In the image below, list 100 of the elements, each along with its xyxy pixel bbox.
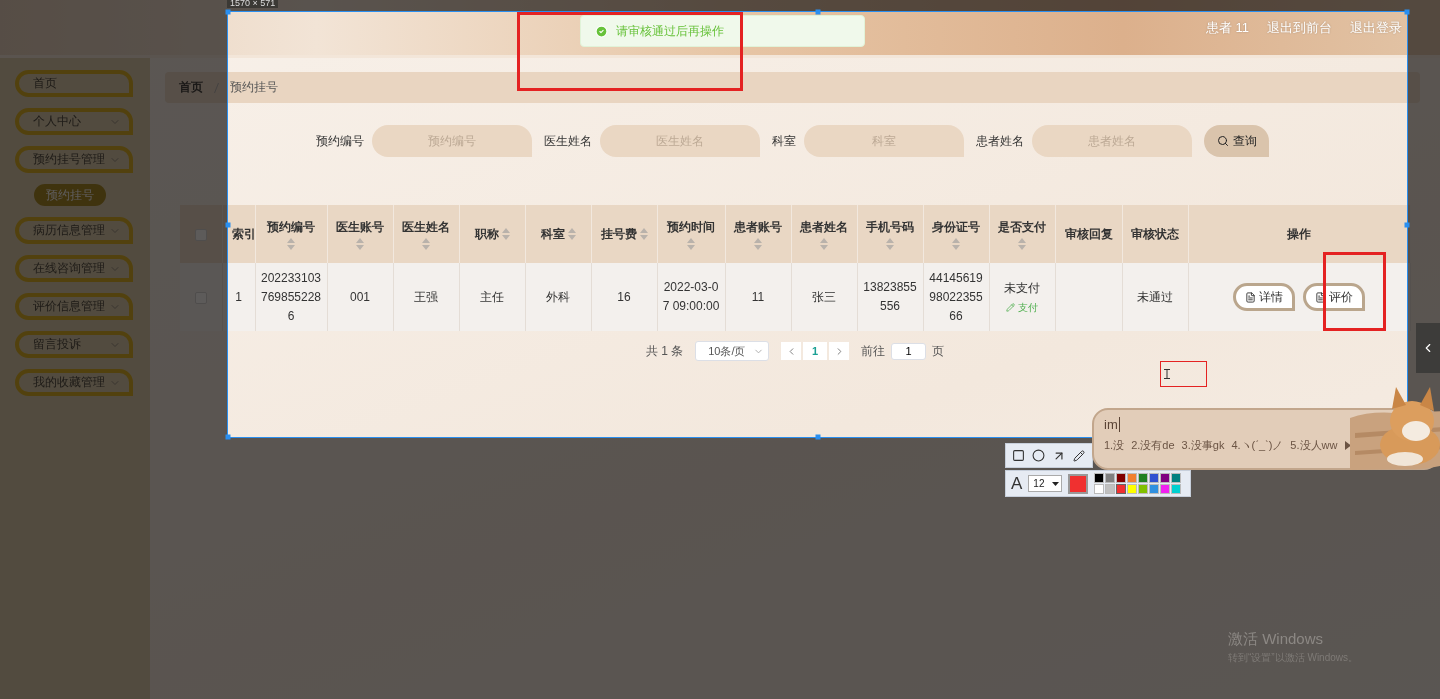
sort-icon[interactable] (886, 237, 894, 250)
column-header: 科室 (540, 225, 565, 243)
previous-page-button[interactable] (781, 342, 802, 360)
color-swatch[interactable] (1171, 473, 1182, 483)
field-label: 科室 (772, 132, 796, 150)
header-link[interactable]: 退出登录 (1350, 18, 1402, 37)
sort-icon[interactable] (567, 228, 576, 240)
ime-candidate[interactable]: 3.没事gk (1181, 438, 1225, 453)
table-cell: 外科 (525, 263, 591, 331)
color-swatch[interactable] (1116, 484, 1127, 494)
user-name: 患者 11 (1205, 18, 1249, 37)
header-link[interactable]: 退出到前台 (1267, 18, 1332, 37)
sort-icon[interactable] (356, 237, 364, 250)
color-swatch[interactable] (1171, 484, 1182, 494)
annotation-text-box[interactable] (1160, 361, 1207, 387)
breadcrumb-item[interactable]: 预约挂号 (230, 79, 278, 96)
color-swatch[interactable] (1149, 484, 1160, 494)
color-swatch[interactable] (1116, 473, 1127, 483)
action-button[interactable]: 评价 (1303, 283, 1365, 311)
page-size-select[interactable]: 10条/页 (695, 341, 770, 361)
side-panel-toggle[interactable] (1416, 323, 1440, 373)
ime-candidate[interactable]: 4.ヽ(ˊ_ˋ)ノ (1231, 438, 1284, 453)
ime-candidate[interactable]: 5.没人ww (1290, 438, 1338, 453)
text-tool[interactable]: A (1011, 473, 1023, 494)
color-swatch[interactable] (1138, 473, 1149, 483)
sort-icon[interactable] (1018, 237, 1026, 250)
color-swatch[interactable] (1127, 473, 1138, 483)
table-cell: 441456199802235566 (923, 263, 989, 331)
resize-handle[interactable] (1404, 9, 1410, 15)
table-cell: 王强 (393, 263, 459, 331)
sort-icon[interactable] (422, 237, 430, 250)
rectangle-tool-icon[interactable] (1012, 449, 1025, 462)
column-header: 预约编号 (267, 218, 315, 236)
resize-handle[interactable] (225, 9, 231, 15)
sort-icon[interactable] (287, 237, 295, 250)
resize-handle[interactable] (225, 434, 231, 440)
document-icon (1245, 291, 1256, 303)
ime-candidate[interactable]: 2.没有de (1131, 438, 1175, 453)
color-swatch[interactable] (1105, 484, 1116, 494)
sort-icon[interactable] (952, 237, 960, 250)
column-header: 身份证号 (932, 218, 980, 236)
check-icon (595, 24, 608, 38)
table-cell: 13823855556 (857, 263, 923, 331)
page-input[interactable]: 1 (891, 342, 927, 360)
column-header: 职称 (474, 225, 499, 243)
table-cell: 11 (725, 263, 791, 331)
column-header: 审核状态 (1131, 225, 1179, 243)
column-header: 审核回复 (1064, 225, 1113, 243)
table-cell: 001 (327, 263, 393, 331)
resize-handle[interactable] (225, 222, 231, 227)
color-swatch[interactable] (1160, 484, 1171, 494)
size-label: 1570 × 571 (227, 0, 279, 8)
page-number[interactable]: 1 (803, 342, 828, 360)
column-header: 是否支付 (998, 218, 1046, 236)
table-cell: 2022331037698552286 (255, 263, 327, 331)
next-page-button[interactable] (829, 342, 850, 360)
column-header: 手机号码 (866, 218, 914, 236)
sort-icon[interactable] (687, 237, 695, 250)
sort-icon[interactable] (754, 237, 762, 250)
color-swatch[interactable] (1149, 473, 1160, 483)
sort-icon[interactable] (820, 237, 828, 250)
total-count: 共 1 条 (645, 342, 684, 360)
column-header: 医生账号 (336, 218, 384, 236)
current-color-swatch[interactable] (1068, 473, 1089, 494)
color-swatch[interactable] (1138, 484, 1149, 494)
breadcrumb-item[interactable]: 首页 (179, 79, 203, 96)
table-cell: 2022-03-07 09:00:00 (657, 263, 725, 331)
search-icon (1216, 135, 1229, 147)
font-size-select[interactable]: 12 (1028, 475, 1063, 492)
field-label: 医生姓名 (544, 132, 592, 150)
ime-candidate[interactable]: 1.没 (1104, 438, 1125, 453)
column-header: 索引 (231, 225, 256, 243)
search-button[interactable]: 查询 (1204, 125, 1269, 157)
table-cell: 16 (591, 263, 657, 331)
action-button[interactable]: 详情 (1233, 283, 1295, 311)
resize-handle[interactable] (1404, 222, 1410, 227)
toast-message: 请审核通过后再操作 (616, 22, 724, 40)
next-page-icon[interactable] (1344, 441, 1353, 450)
sort-icon[interactable] (501, 228, 510, 240)
ellipse-tool-icon[interactable] (1032, 449, 1045, 462)
column-header: 患者账号 (734, 218, 782, 236)
document-icon (1315, 291, 1326, 303)
table-cell: 张三 (791, 263, 857, 331)
edit-icon (1006, 303, 1015, 312)
pencil-tool-icon[interactable] (1073, 449, 1085, 462)
color-swatch[interactable] (1160, 473, 1171, 483)
table-cell: 主任 (459, 263, 525, 331)
resize-handle[interactable] (815, 9, 820, 15)
color-swatch[interactable] (1094, 473, 1105, 483)
payment-status: 未支付 (1004, 279, 1040, 297)
column-header: 患者姓名 (800, 218, 848, 236)
color-swatch[interactable] (1105, 473, 1116, 483)
text-cursor-icon (1164, 369, 1170, 379)
color-swatch[interactable] (1094, 484, 1105, 494)
column-header: 操作 (1287, 225, 1311, 243)
column-header: 挂号费 (600, 225, 637, 243)
pay-link[interactable]: 支付 (1006, 300, 1038, 315)
color-swatch[interactable] (1127, 484, 1138, 494)
field-label: 预约编号 (316, 132, 364, 150)
sort-icon[interactable] (639, 228, 648, 240)
